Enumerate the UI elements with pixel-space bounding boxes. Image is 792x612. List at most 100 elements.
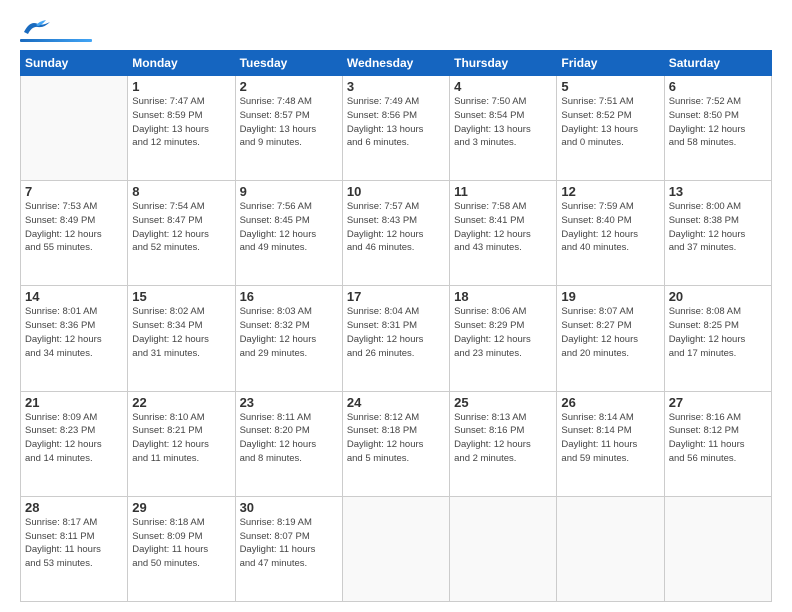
logo (20, 18, 92, 42)
table-row (21, 76, 128, 181)
day-info: Sunrise: 7:57 AM Sunset: 8:43 PM Dayligh… (347, 200, 445, 255)
table-row: 23Sunrise: 8:11 AM Sunset: 8:20 PM Dayli… (235, 391, 342, 496)
day-number: 24 (347, 395, 445, 410)
table-row: 26Sunrise: 8:14 AM Sunset: 8:14 PM Dayli… (557, 391, 664, 496)
table-row: 1Sunrise: 7:47 AM Sunset: 8:59 PM Daylig… (128, 76, 235, 181)
day-number: 16 (240, 289, 338, 304)
day-info: Sunrise: 7:48 AM Sunset: 8:57 PM Dayligh… (240, 95, 338, 150)
table-row (450, 496, 557, 601)
day-number: 26 (561, 395, 659, 410)
table-row: 29Sunrise: 8:18 AM Sunset: 8:09 PM Dayli… (128, 496, 235, 601)
day-info: Sunrise: 7:51 AM Sunset: 8:52 PM Dayligh… (561, 95, 659, 150)
day-info: Sunrise: 8:16 AM Sunset: 8:12 PM Dayligh… (669, 411, 767, 466)
day-number: 21 (25, 395, 123, 410)
page: Sunday Monday Tuesday Wednesday Thursday… (0, 0, 792, 612)
day-info: Sunrise: 7:54 AM Sunset: 8:47 PM Dayligh… (132, 200, 230, 255)
table-row: 28Sunrise: 8:17 AM Sunset: 8:11 PM Dayli… (21, 496, 128, 601)
header (20, 18, 772, 42)
col-wednesday: Wednesday (342, 51, 449, 76)
table-row (342, 496, 449, 601)
table-row: 14Sunrise: 8:01 AM Sunset: 8:36 PM Dayli… (21, 286, 128, 391)
table-row: 17Sunrise: 8:04 AM Sunset: 8:31 PM Dayli… (342, 286, 449, 391)
table-row: 25Sunrise: 8:13 AM Sunset: 8:16 PM Dayli… (450, 391, 557, 496)
day-number: 2 (240, 79, 338, 94)
table-row: 7Sunrise: 7:53 AM Sunset: 8:49 PM Daylig… (21, 181, 128, 286)
day-info: Sunrise: 8:01 AM Sunset: 8:36 PM Dayligh… (25, 305, 123, 360)
table-row (557, 496, 664, 601)
day-number: 11 (454, 184, 552, 199)
calendar-table: Sunday Monday Tuesday Wednesday Thursday… (20, 50, 772, 602)
day-number: 13 (669, 184, 767, 199)
day-number: 20 (669, 289, 767, 304)
calendar-week-row: 7Sunrise: 7:53 AM Sunset: 8:49 PM Daylig… (21, 181, 772, 286)
day-info: Sunrise: 8:09 AM Sunset: 8:23 PM Dayligh… (25, 411, 123, 466)
day-number: 22 (132, 395, 230, 410)
calendar-header-row: Sunday Monday Tuesday Wednesday Thursday… (21, 51, 772, 76)
day-info: Sunrise: 7:56 AM Sunset: 8:45 PM Dayligh… (240, 200, 338, 255)
day-number: 4 (454, 79, 552, 94)
calendar-week-row: 1Sunrise: 7:47 AM Sunset: 8:59 PM Daylig… (21, 76, 772, 181)
table-row: 24Sunrise: 8:12 AM Sunset: 8:18 PM Dayli… (342, 391, 449, 496)
col-saturday: Saturday (664, 51, 771, 76)
day-number: 29 (132, 500, 230, 515)
day-number: 18 (454, 289, 552, 304)
col-tuesday: Tuesday (235, 51, 342, 76)
table-row: 18Sunrise: 8:06 AM Sunset: 8:29 PM Dayli… (450, 286, 557, 391)
col-monday: Monday (128, 51, 235, 76)
table-row: 27Sunrise: 8:16 AM Sunset: 8:12 PM Dayli… (664, 391, 771, 496)
day-number: 12 (561, 184, 659, 199)
day-info: Sunrise: 7:58 AM Sunset: 8:41 PM Dayligh… (454, 200, 552, 255)
day-info: Sunrise: 8:03 AM Sunset: 8:32 PM Dayligh… (240, 305, 338, 360)
day-number: 25 (454, 395, 552, 410)
day-number: 23 (240, 395, 338, 410)
bird-icon (22, 18, 50, 36)
day-number: 28 (25, 500, 123, 515)
table-row: 19Sunrise: 8:07 AM Sunset: 8:27 PM Dayli… (557, 286, 664, 391)
day-number: 6 (669, 79, 767, 94)
day-info: Sunrise: 8:13 AM Sunset: 8:16 PM Dayligh… (454, 411, 552, 466)
day-number: 14 (25, 289, 123, 304)
table-row: 12Sunrise: 7:59 AM Sunset: 8:40 PM Dayli… (557, 181, 664, 286)
day-info: Sunrise: 8:00 AM Sunset: 8:38 PM Dayligh… (669, 200, 767, 255)
day-number: 19 (561, 289, 659, 304)
day-info: Sunrise: 7:59 AM Sunset: 8:40 PM Dayligh… (561, 200, 659, 255)
col-sunday: Sunday (21, 51, 128, 76)
day-number: 5 (561, 79, 659, 94)
day-info: Sunrise: 8:14 AM Sunset: 8:14 PM Dayligh… (561, 411, 659, 466)
table-row: 13Sunrise: 8:00 AM Sunset: 8:38 PM Dayli… (664, 181, 771, 286)
day-info: Sunrise: 8:06 AM Sunset: 8:29 PM Dayligh… (454, 305, 552, 360)
day-info: Sunrise: 8:19 AM Sunset: 8:07 PM Dayligh… (240, 516, 338, 571)
table-row: 11Sunrise: 7:58 AM Sunset: 8:41 PM Dayli… (450, 181, 557, 286)
day-info: Sunrise: 8:04 AM Sunset: 8:31 PM Dayligh… (347, 305, 445, 360)
calendar-week-row: 21Sunrise: 8:09 AM Sunset: 8:23 PM Dayli… (21, 391, 772, 496)
day-info: Sunrise: 7:53 AM Sunset: 8:49 PM Dayligh… (25, 200, 123, 255)
day-info: Sunrise: 8:17 AM Sunset: 8:11 PM Dayligh… (25, 516, 123, 571)
table-row (664, 496, 771, 601)
table-row: 8Sunrise: 7:54 AM Sunset: 8:47 PM Daylig… (128, 181, 235, 286)
calendar-week-row: 28Sunrise: 8:17 AM Sunset: 8:11 PM Dayli… (21, 496, 772, 601)
table-row: 9Sunrise: 7:56 AM Sunset: 8:45 PM Daylig… (235, 181, 342, 286)
day-info: Sunrise: 7:52 AM Sunset: 8:50 PM Dayligh… (669, 95, 767, 150)
table-row: 5Sunrise: 7:51 AM Sunset: 8:52 PM Daylig… (557, 76, 664, 181)
table-row: 20Sunrise: 8:08 AM Sunset: 8:25 PM Dayli… (664, 286, 771, 391)
table-row: 3Sunrise: 7:49 AM Sunset: 8:56 PM Daylig… (342, 76, 449, 181)
table-row: 22Sunrise: 8:10 AM Sunset: 8:21 PM Dayli… (128, 391, 235, 496)
table-row: 16Sunrise: 8:03 AM Sunset: 8:32 PM Dayli… (235, 286, 342, 391)
day-number: 9 (240, 184, 338, 199)
logo-line1 (20, 18, 92, 38)
day-info: Sunrise: 8:11 AM Sunset: 8:20 PM Dayligh… (240, 411, 338, 466)
day-number: 30 (240, 500, 338, 515)
day-number: 7 (25, 184, 123, 199)
table-row: 30Sunrise: 8:19 AM Sunset: 8:07 PM Dayli… (235, 496, 342, 601)
day-number: 1 (132, 79, 230, 94)
col-friday: Friday (557, 51, 664, 76)
day-info: Sunrise: 8:12 AM Sunset: 8:18 PM Dayligh… (347, 411, 445, 466)
day-number: 17 (347, 289, 445, 304)
day-info: Sunrise: 8:07 AM Sunset: 8:27 PM Dayligh… (561, 305, 659, 360)
day-number: 3 (347, 79, 445, 94)
day-number: 8 (132, 184, 230, 199)
day-info: Sunrise: 8:02 AM Sunset: 8:34 PM Dayligh… (132, 305, 230, 360)
day-info: Sunrise: 8:08 AM Sunset: 8:25 PM Dayligh… (669, 305, 767, 360)
day-info: Sunrise: 8:18 AM Sunset: 8:09 PM Dayligh… (132, 516, 230, 571)
table-row: 15Sunrise: 8:02 AM Sunset: 8:34 PM Dayli… (128, 286, 235, 391)
